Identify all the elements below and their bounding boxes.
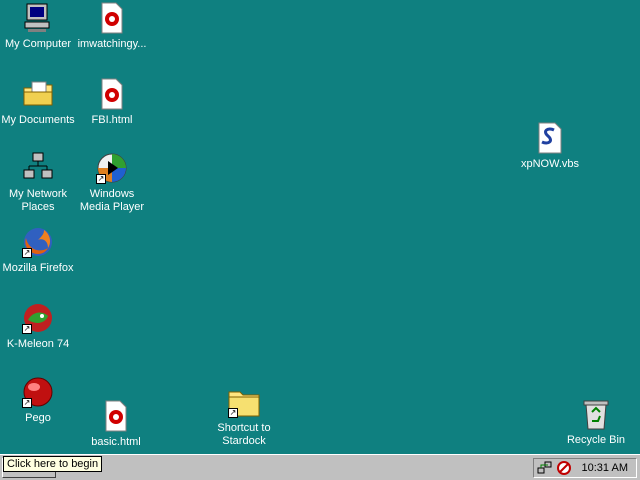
shortcut-arrow-icon: ↗: [228, 408, 238, 418]
icon-label: basic.html: [91, 436, 141, 448]
desktop: My Computer imwatchingy... My Documents: [0, 0, 640, 454]
icon-label: imwatchingy...: [77, 38, 147, 50]
firefox-icon: ↗: [22, 226, 54, 258]
folder-icon: ↗: [228, 386, 260, 418]
desktop-icon-recycle-bin[interactable]: Recycle Bin: [558, 398, 634, 447]
icon-label: Shortcut to Stardock: [217, 422, 271, 447]
media-player-icon: ↗: [96, 152, 128, 184]
icon-label: Windows Media Player: [79, 188, 145, 213]
desktop-icon-my-documents[interactable]: My Documents: [0, 78, 76, 127]
icon-label: My Documents: [1, 114, 75, 126]
shortcut-arrow-icon: ↗: [22, 248, 32, 258]
icon-label: Recycle Bin: [566, 434, 626, 446]
desktop-icon-imwatchingy[interactable]: imwatchingy...: [74, 2, 150, 51]
computer-icon: [22, 2, 54, 34]
kmeleon-icon: ↗: [22, 302, 54, 334]
icon-label: FBI.html: [91, 114, 133, 126]
network-tray-icon[interactable]: [537, 460, 553, 476]
desktop-icon-fbi-html[interactable]: FBI.html: [74, 78, 150, 127]
desktop-icon-xpnow-vbs[interactable]: xpNOW.vbs: [512, 122, 588, 171]
start-tooltip: Click here to begin: [3, 456, 103, 472]
html-file-icon: [96, 2, 128, 34]
script-file-icon: [534, 122, 566, 154]
icon-label: K-Meleon 74: [6, 338, 70, 350]
pego-icon: ↗: [22, 376, 54, 408]
desktop-icon-mozilla-firefox[interactable]: ↗ Mozilla Firefox: [0, 226, 76, 275]
icon-label: xpNOW.vbs: [520, 158, 580, 170]
clock[interactable]: 10:31 AM: [582, 462, 628, 474]
icon-label: Pego: [25, 412, 51, 424]
recycle-bin-icon: [580, 398, 612, 430]
security-tray-icon[interactable]: [556, 460, 572, 476]
network-icon: [22, 152, 54, 184]
folder-documents-icon: [22, 78, 54, 110]
shortcut-arrow-icon: ↗: [22, 324, 32, 334]
icon-label: My Computer: [4, 38, 72, 50]
desktop-icon-my-network-places[interactable]: My Network Places: [0, 152, 76, 214]
html-file-icon: [96, 78, 128, 110]
desktop-icon-k-meleon[interactable]: ↗ K-Meleon 74: [0, 302, 76, 351]
html-file-icon: [100, 400, 132, 432]
desktop-icon-windows-media-player[interactable]: ↗ Windows Media Player: [74, 152, 150, 214]
desktop-icon-shortcut-to-stardock[interactable]: ↗ Shortcut to Stardock: [206, 386, 282, 448]
desktop-icon-basic-html[interactable]: basic.html: [78, 400, 154, 449]
desktop-icon-my-computer[interactable]: My Computer: [0, 2, 76, 51]
shortcut-arrow-icon: ↗: [22, 398, 32, 408]
icon-label: Mozilla Firefox: [2, 262, 74, 274]
shortcut-arrow-icon: ↗: [96, 174, 106, 184]
icon-label: My Network Places: [8, 188, 68, 213]
desktop-icon-pego[interactable]: ↗ Pego: [0, 376, 76, 425]
system-tray: 10:31 AM: [533, 458, 637, 478]
